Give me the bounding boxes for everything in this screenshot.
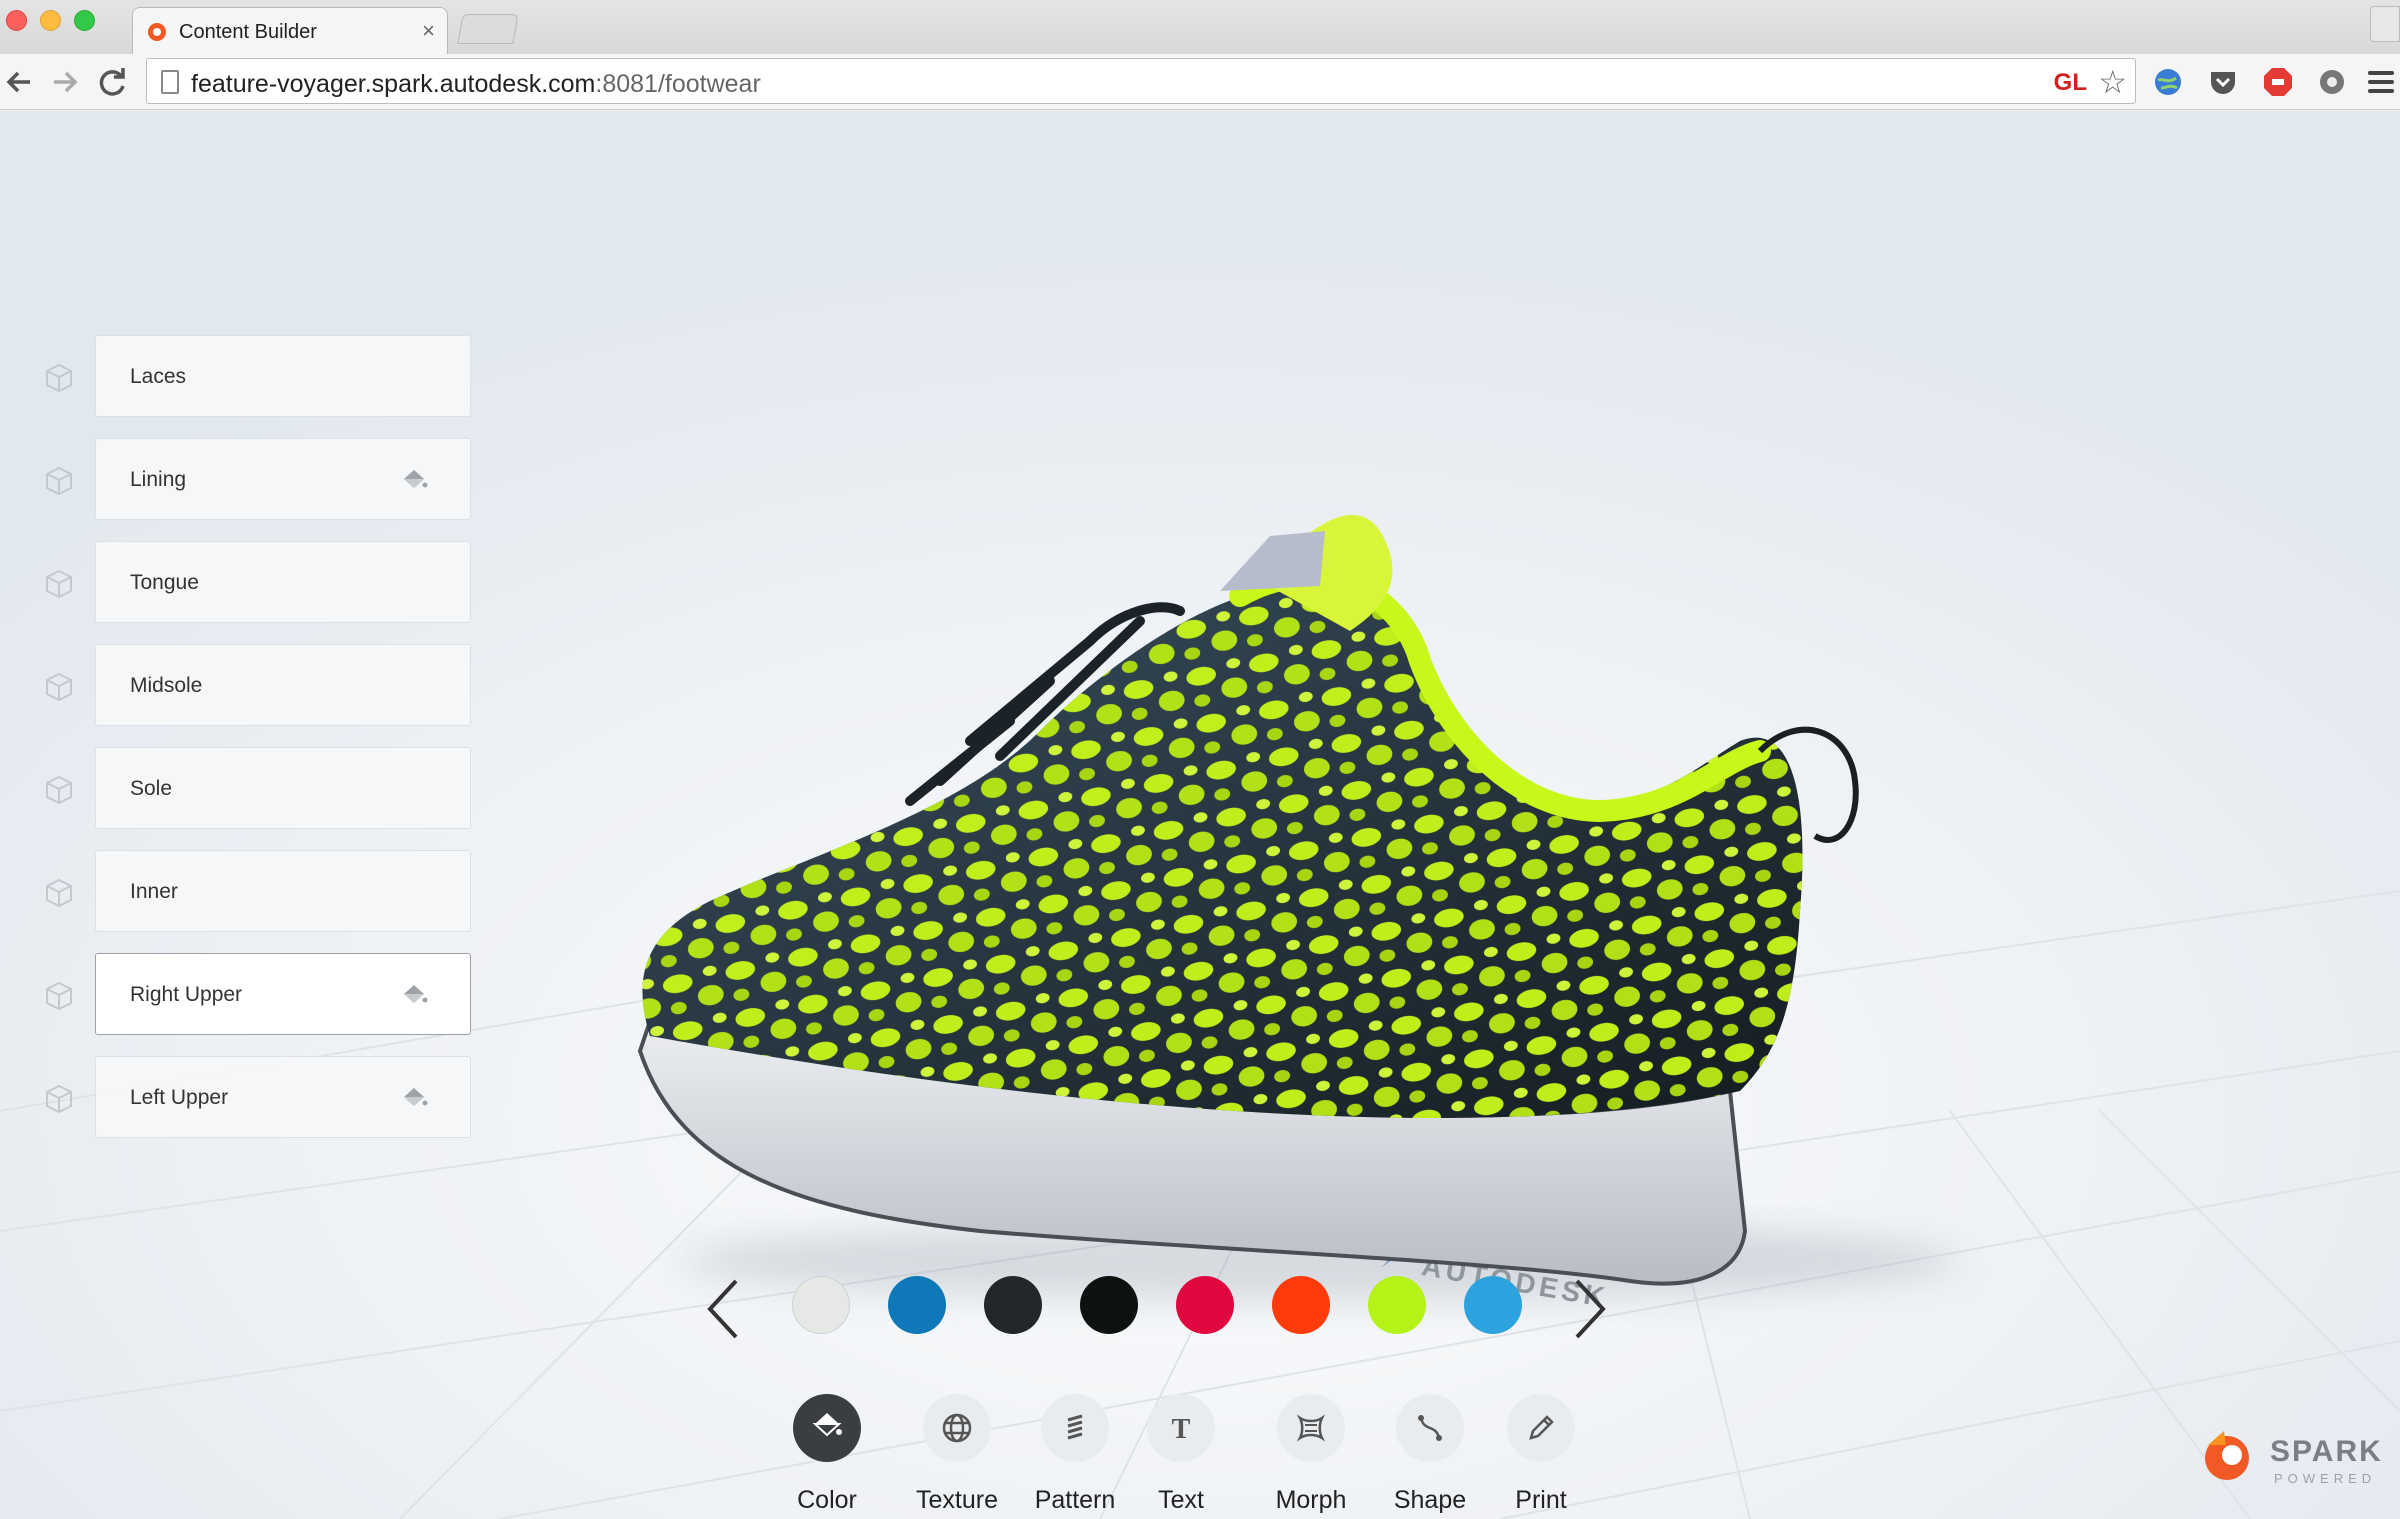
cube-icon[interactable]	[44, 981, 74, 1011]
part-button-inner[interactable]: Inner	[95, 850, 471, 932]
spark-powered-logo: SPARK POWERED	[2196, 1425, 2386, 1495]
shape-curve-icon	[1396, 1394, 1464, 1462]
cube-icon[interactable]	[44, 878, 74, 908]
part-label: Laces	[130, 365, 187, 388]
profile-icon[interactable]	[2370, 6, 2400, 42]
tool-label: Morph	[1275, 1486, 1347, 1514]
paint-bucket-icon	[793, 1394, 861, 1462]
part-button-midsole[interactable]: Midsole	[95, 644, 471, 726]
reload-icon[interactable]	[92, 62, 132, 102]
pencil-icon	[1507, 1394, 1575, 1462]
part-row-midsole: Midsole	[0, 644, 480, 728]
part-button-lining[interactable]: Lining	[95, 438, 471, 520]
tool-print-button[interactable]: Print	[1476, 1394, 1606, 1519]
browser-toolbar: feature-voyager.spark.autodesk.com:8081/…	[0, 54, 2400, 110]
browser-menu-icon[interactable]	[2368, 68, 2394, 94]
part-label: Tongue	[130, 571, 199, 594]
swatch-next-arrow-icon[interactable]	[1565, 1269, 1615, 1349]
window-close-button[interactable]	[6, 10, 27, 31]
tool-morph-button[interactable]: Morph	[1246, 1394, 1376, 1519]
tool-label: Color	[797, 1486, 857, 1514]
paint-bucket-icon	[404, 1088, 428, 1106]
part-row-laces: Laces	[0, 335, 480, 419]
part-button-right-upper[interactable]: Right Upper	[95, 953, 471, 1035]
part-row-inner: Inner	[0, 850, 480, 934]
tool-label: Print	[1515, 1486, 1567, 1514]
part-button-laces[interactable]: Laces	[95, 335, 471, 417]
cube-icon[interactable]	[44, 775, 74, 805]
window-minimize-button[interactable]	[40, 10, 61, 31]
browser-tab-bar: Content Builder ×	[0, 0, 2400, 54]
pocket-icon[interactable]	[2207, 66, 2239, 98]
address-bar[interactable]: feature-voyager.spark.autodesk.com:8081/…	[146, 58, 2136, 104]
page-icon	[161, 70, 179, 94]
color-swatch[interactable]	[792, 1276, 850, 1334]
spark-wordmark: SPARK	[2270, 1435, 2383, 1468]
part-row-sole: Sole	[0, 747, 480, 831]
url-text[interactable]: feature-voyager.spark.autodesk.com:8081/…	[191, 70, 761, 99]
spark-logo-icon	[2205, 1431, 2249, 1480]
window-maximize-button[interactable]	[74, 10, 95, 31]
settings-gear-extension-icon[interactable]	[2316, 66, 2348, 98]
back-arrow-icon[interactable]	[0, 62, 40, 102]
globe-extension-icon[interactable]	[2152, 66, 2184, 98]
color-swatch[interactable]	[888, 1276, 946, 1334]
cube-icon[interactable]	[44, 1084, 74, 1114]
cube-icon[interactable]	[44, 466, 74, 496]
cube-icon[interactable]	[44, 363, 74, 393]
browser-tab-active[interactable]: Content Builder ×	[132, 7, 448, 54]
pattern-stripes-icon	[1041, 1394, 1109, 1462]
tab-close-icon[interactable]: ×	[422, 18, 435, 44]
part-label: Inner	[130, 880, 178, 903]
paint-bucket-icon	[404, 470, 428, 488]
shoe-3d-model[interactable]	[620, 491, 2020, 1391]
morph-icon	[1277, 1394, 1345, 1462]
new-tab-button[interactable]	[457, 14, 519, 44]
tab-title: Content Builder	[179, 21, 317, 43]
part-row-left-upper: Left Upper	[0, 1056, 480, 1140]
part-label: Left Upper	[130, 1086, 229, 1109]
tool-text-button[interactable]: T Text	[1116, 1394, 1246, 1519]
cube-icon[interactable]	[44, 569, 74, 599]
part-button-sole[interactable]: Sole	[95, 747, 471, 829]
3d-viewport[interactable]: AUTODESK Laces Lining Tongue Midsole Sol…	[0, 111, 2400, 1519]
part-label: Lining	[130, 468, 187, 491]
part-row-right-upper: Right Upper	[0, 953, 480, 1037]
forward-arrow-icon[interactable]	[44, 62, 84, 102]
part-row-tongue: Tongue	[0, 541, 480, 625]
color-swatch[interactable]	[1464, 1276, 1522, 1334]
part-label: Right Upper	[130, 983, 243, 1006]
part-row-lining: Lining	[0, 438, 480, 522]
globe-grid-icon	[923, 1394, 991, 1462]
color-swatch[interactable]	[1080, 1276, 1138, 1334]
bookmark-star-icon[interactable]: ☆	[2098, 63, 2127, 101]
cube-icon[interactable]	[44, 672, 74, 702]
spark-favicon-icon	[148, 23, 166, 41]
tool-label: Text	[1158, 1486, 1204, 1514]
part-button-tongue[interactable]: Tongue	[95, 541, 471, 623]
adblock-icon[interactable]	[2262, 66, 2294, 98]
tool-color-button[interactable]: Color	[762, 1394, 892, 1519]
spark-subtitle: POWERED	[2274, 1471, 2377, 1486]
svg-text:T: T	[1172, 1414, 1191, 1445]
tool-label: Texture	[916, 1486, 998, 1514]
swatch-prev-arrow-icon[interactable]	[698, 1269, 748, 1349]
part-label: Midsole	[130, 674, 203, 697]
part-label: Sole	[130, 777, 173, 800]
color-swatch[interactable]	[1176, 1276, 1234, 1334]
color-swatch[interactable]	[1368, 1276, 1426, 1334]
gl-extension-icon[interactable]: GL	[2054, 69, 2087, 97]
paint-bucket-icon	[404, 985, 428, 1003]
part-button-left-upper[interactable]: Left Upper	[95, 1056, 471, 1138]
tool-texture-button[interactable]: Texture	[892, 1394, 1022, 1519]
color-swatch[interactable]	[1272, 1276, 1330, 1334]
color-swatch[interactable]	[984, 1276, 1042, 1334]
text-t-icon: T	[1147, 1394, 1215, 1462]
